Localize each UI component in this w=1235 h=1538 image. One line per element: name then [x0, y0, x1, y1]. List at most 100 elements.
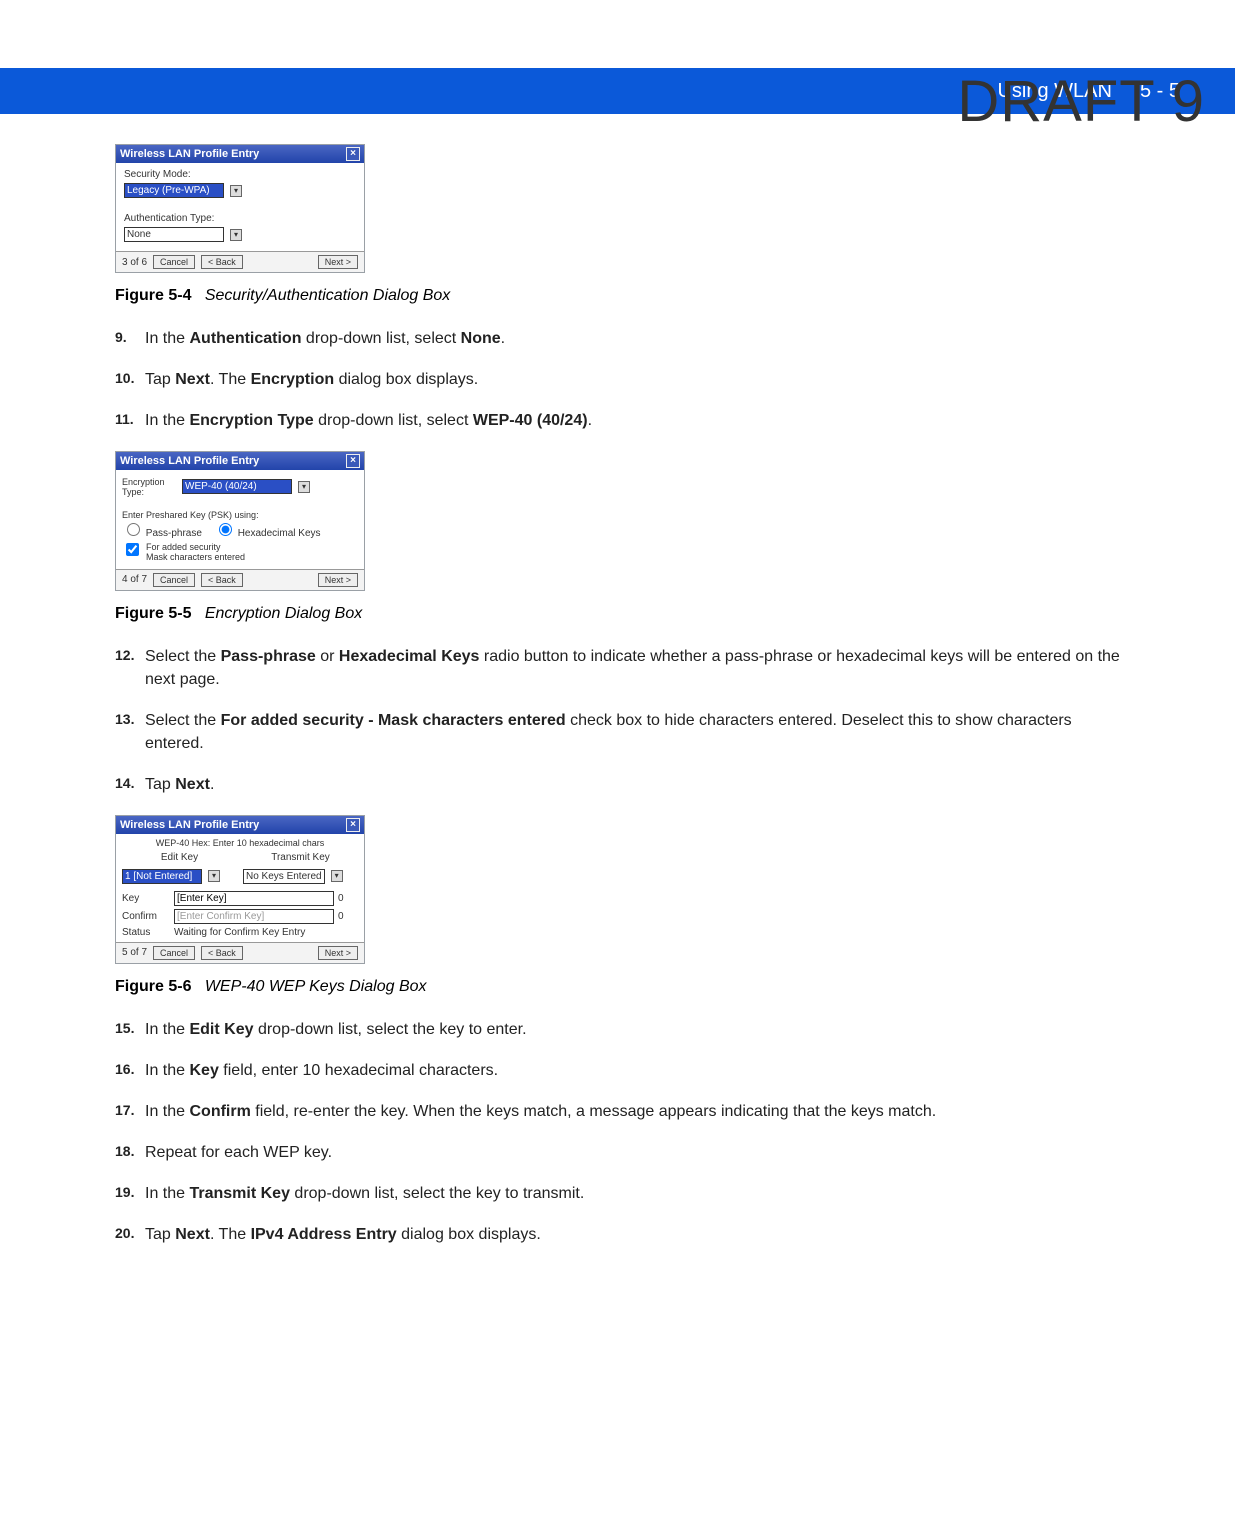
step-12-text: Select the Pass-phrase or Hexadecimal Ke…: [145, 645, 1120, 691]
fig4-caption-text: Security/Authentication Dialog Box: [205, 287, 450, 304]
step-14-number: 14.: [115, 773, 145, 796]
mask-chars-checkbox[interactable]: [126, 543, 139, 556]
next-button[interactable]: Next >: [318, 573, 358, 587]
hexkeys-radio-input[interactable]: [219, 523, 232, 536]
step-9-text: In the Authentication drop-down list, se…: [145, 327, 1120, 350]
fig6-label: Figure 5-6: [115, 978, 191, 995]
figure-5-4-caption: Figure 5-4 Security/Authentication Dialo…: [115, 287, 1120, 305]
step-13-number: 13.: [115, 709, 145, 755]
t: Encryption Type: [189, 412, 313, 429]
editkey-header: Edit Key: [122, 852, 237, 863]
step-11-text: In the Encryption Type drop-down list, s…: [145, 409, 1120, 432]
t: In the: [145, 412, 189, 429]
dialog3-title: Wireless LAN Profile Entry: [120, 819, 259, 831]
fig6-caption-text: WEP-40 WEP Keys Dialog Box: [205, 978, 427, 995]
status-label: Status: [122, 927, 170, 938]
passphrase-radio[interactable]: Pass-phrase: [122, 520, 202, 539]
step-17-text: In the Confirm field, re-enter the key. …: [145, 1100, 1120, 1123]
security-mode-select[interactable]: Legacy (Pre-WPA): [124, 183, 224, 198]
status-value: Waiting for Confirm Key Entry: [174, 927, 358, 938]
cancel-button[interactable]: Cancel: [153, 573, 195, 587]
confirm-count: 0: [338, 911, 358, 922]
fig4-label: Figure 5-4: [115, 287, 191, 304]
close-icon[interactable]: ×: [346, 147, 360, 161]
step-16-number: 16.: [115, 1059, 145, 1082]
step-10-text: Tap Next. The Encryption dialog box disp…: [145, 368, 1120, 391]
key-count: 0: [338, 893, 358, 904]
step-20-text: Tap Next. The IPv4 Address Entry dialog …: [145, 1223, 1120, 1246]
step-19-number: 19.: [115, 1182, 145, 1205]
auth-type-select[interactable]: None: [124, 227, 224, 242]
step-18-text: Repeat for each WEP key.: [145, 1141, 1120, 1164]
t: In the: [145, 1185, 189, 1202]
t: Next: [175, 371, 210, 388]
transmitkey-select[interactable]: No Keys Entered: [243, 869, 325, 884]
encryption-type-label: Encryption Type:: [122, 477, 178, 497]
confirm-field[interactable]: [174, 909, 334, 924]
next-button[interactable]: Next >: [318, 946, 358, 960]
dropdown-arrow-icon[interactable]: ▾: [298, 481, 310, 493]
close-icon[interactable]: ×: [346, 818, 360, 832]
figure-5-6-caption: Figure 5-6 WEP-40 WEP Keys Dialog Box: [115, 978, 1120, 996]
key-label: Key: [122, 893, 170, 904]
wep-keys-dialog: Wireless LAN Profile Entry × WEP-40 Hex:…: [115, 815, 365, 964]
dropdown-arrow-icon[interactable]: ▾: [208, 870, 220, 882]
step-16-text: In the Key field, enter 10 hexadecimal c…: [145, 1059, 1120, 1082]
step-12-number: 12.: [115, 645, 145, 691]
t: Tap: [145, 371, 175, 388]
fig5-caption-text: Encryption Dialog Box: [205, 605, 362, 622]
editkey-select[interactable]: 1 [Not Entered]: [122, 869, 202, 884]
step-15-number: 15.: [115, 1018, 145, 1041]
mask-chars-label1: For added security: [146, 542, 245, 552]
t: dialog box displays.: [334, 371, 478, 388]
step-9-number: 9.: [115, 327, 145, 350]
hexkeys-radio[interactable]: Hexadecimal Keys: [214, 520, 321, 539]
t: Pass-phrase: [146, 528, 202, 539]
t: .: [501, 330, 505, 347]
draft-watermark: DRAFT 9: [957, 68, 1205, 135]
security-auth-dialog: Wireless LAN Profile Entry × Security Mo…: [115, 144, 365, 273]
psk-label: Enter Preshared Key (PSK) using:: [122, 510, 358, 520]
dialog3-step: 5 of 7: [122, 947, 147, 958]
dialog2-step: 4 of 7: [122, 574, 147, 585]
dropdown-arrow-icon[interactable]: ▾: [230, 229, 242, 241]
t: dialog box displays.: [397, 1226, 541, 1243]
next-button[interactable]: Next >: [318, 255, 358, 269]
confirm-label: Confirm: [122, 911, 170, 922]
back-button[interactable]: < Back: [201, 573, 243, 587]
t: or: [316, 648, 339, 665]
encryption-type-select[interactable]: WEP-40 (40/24): [182, 479, 292, 494]
t: Encryption: [251, 371, 335, 388]
fig5-label: Figure 5-5: [115, 605, 191, 622]
cancel-button[interactable]: Cancel: [153, 946, 195, 960]
dialog1-title: Wireless LAN Profile Entry: [120, 148, 259, 160]
t: Edit Key: [189, 1021, 253, 1038]
close-icon[interactable]: ×: [346, 454, 360, 468]
t: In the: [145, 1062, 189, 1079]
key-field[interactable]: [174, 891, 334, 906]
cancel-button[interactable]: Cancel: [153, 255, 195, 269]
wep-hint: WEP-40 Hex: Enter 10 hexadecimal chars: [122, 838, 358, 848]
t: Transmit Key: [189, 1185, 289, 1202]
t: In the: [145, 330, 189, 347]
step-10-number: 10.: [115, 368, 145, 391]
security-mode-label: Security Mode:: [124, 169, 356, 180]
t: IPv4 Address Entry: [251, 1226, 397, 1243]
back-button[interactable]: < Back: [201, 255, 243, 269]
t: drop-down list, select: [314, 412, 473, 429]
t: Next: [175, 776, 210, 793]
t: . The: [210, 1226, 251, 1243]
back-button[interactable]: < Back: [201, 946, 243, 960]
transmitkey-header: Transmit Key: [243, 852, 358, 863]
dropdown-arrow-icon[interactable]: ▾: [230, 185, 242, 197]
t: drop-down list, select the key to transm…: [290, 1185, 584, 1202]
t: .: [588, 412, 592, 429]
dropdown-arrow-icon[interactable]: ▾: [331, 870, 343, 882]
t: Tap: [145, 1226, 175, 1243]
passphrase-radio-input[interactable]: [127, 523, 140, 536]
encryption-dialog: Wireless LAN Profile Entry × Encryption …: [115, 451, 365, 591]
t: Authentication: [189, 330, 301, 347]
t: Confirm: [189, 1103, 250, 1120]
t: Select the: [145, 712, 221, 729]
step-19-text: In the Transmit Key drop-down list, sele…: [145, 1182, 1120, 1205]
